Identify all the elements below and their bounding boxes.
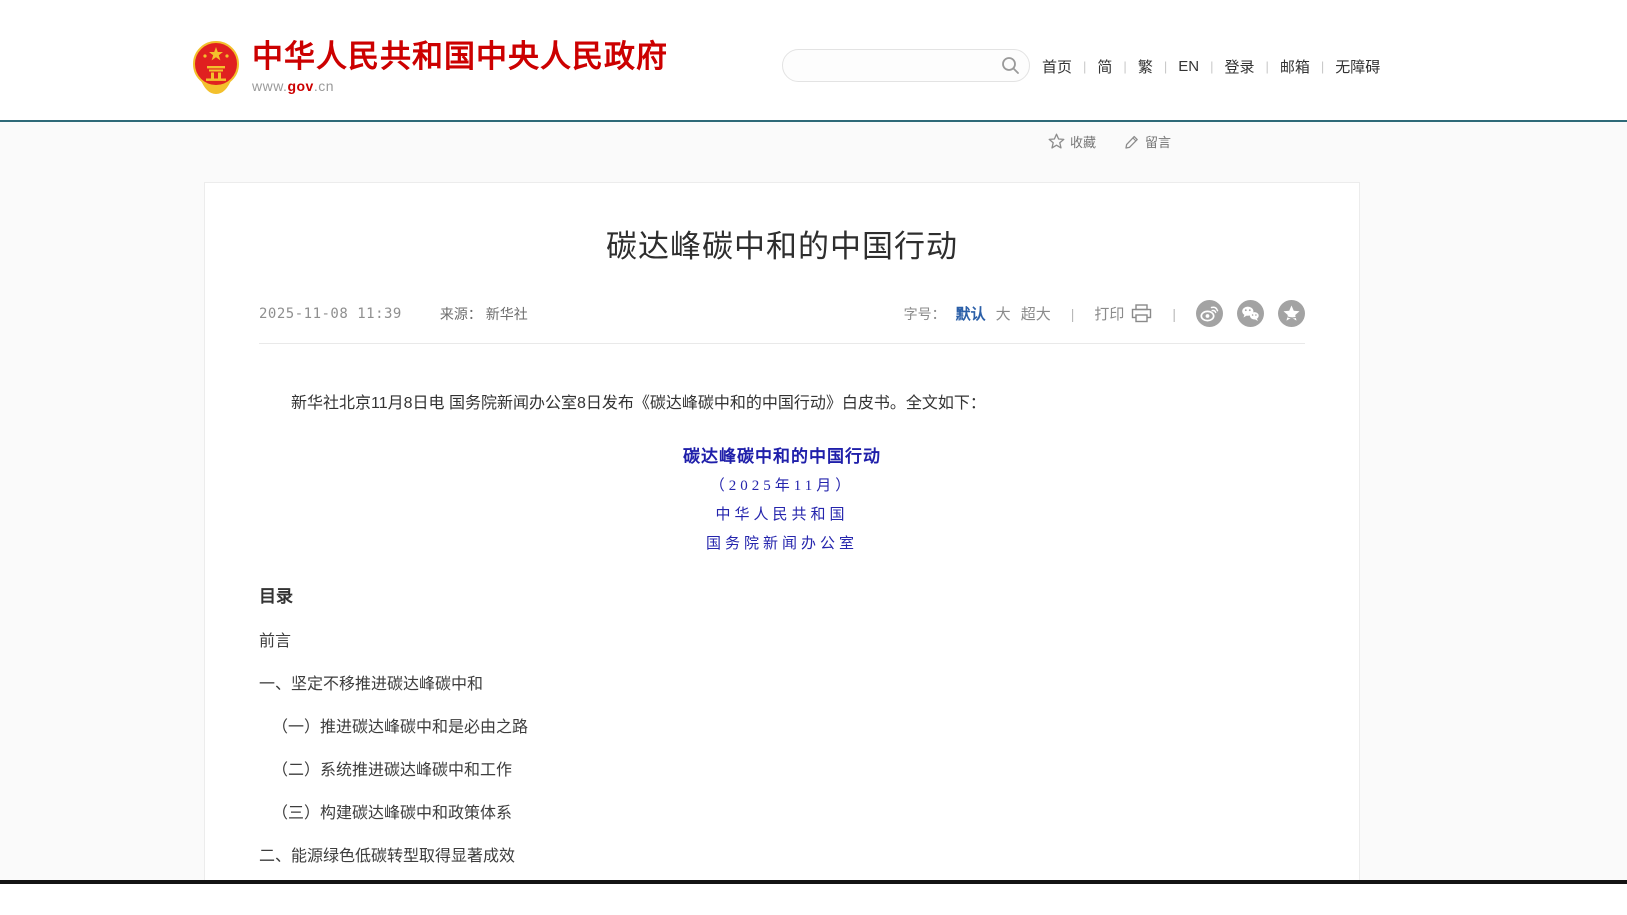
- search-input[interactable]: [783, 58, 995, 74]
- print-label: 打印: [1094, 303, 1124, 324]
- national-emblem-icon: [192, 40, 240, 94]
- article-meta: 2025-11-08 11:39 来源： 新华社 字号： 默认 大 超大 | 打…: [259, 300, 1305, 344]
- nav-separator: |: [1083, 59, 1086, 74]
- search-icon: [1001, 56, 1020, 75]
- toc-list: 前言一、坚定不移推进碳达峰碳中和 （一）推进碳达峰碳中和是必由之路 （二）系统推进碳…: [259, 633, 1305, 880]
- nav-simplified[interactable]: 简: [1095, 56, 1114, 77]
- wechat-icon[interactable]: [1237, 300, 1264, 327]
- comment-label: 留言: [1145, 132, 1171, 151]
- pencil-icon: [1124, 134, 1140, 150]
- source-label: 来源：: [440, 306, 482, 322]
- nav-english[interactable]: EN: [1176, 58, 1201, 75]
- source-name: 新华社: [486, 306, 528, 322]
- source: 来源： 新华社: [440, 304, 528, 324]
- favorite-label: 收藏: [1070, 132, 1096, 151]
- nav-accessibility[interactable]: 无障碍: [1333, 56, 1382, 77]
- search-box: [782, 49, 1030, 82]
- document-title: 碳达峰碳中和的中国行动: [205, 442, 1359, 467]
- toc-item: （二）系统推进碳达峰碳中和工作: [259, 762, 1305, 779]
- toc-item: （一）推进碳达峰碳中和是必由之路: [259, 719, 1305, 736]
- meta-left: 2025-11-08 11:39 来源： 新华社: [259, 304, 528, 324]
- font-size-default[interactable]: 默认: [956, 303, 986, 324]
- qzone-icon[interactable]: [1278, 300, 1305, 327]
- page-actions: 收藏 留言: [1048, 132, 1171, 151]
- viewport-bottom-edge: [0, 880, 1627, 884]
- site-header: 中华人民共和国中央人民政府 www.gov.cn 首页 | 简 | 繁 | EN…: [0, 0, 1627, 120]
- site-url: www.gov.cn: [252, 78, 668, 94]
- nav-home[interactable]: 首页: [1040, 56, 1074, 77]
- document-date: （2025年11月）: [205, 476, 1359, 496]
- site-url-gov: gov: [287, 78, 313, 94]
- printer-icon: [1131, 304, 1152, 323]
- weibo-icon[interactable]: [1196, 300, 1223, 327]
- toc-heading: 目录: [259, 582, 1305, 607]
- nav-separator: |: [1164, 59, 1167, 74]
- comment-button[interactable]: 留言: [1124, 132, 1171, 151]
- nav-separator: |: [1265, 59, 1268, 74]
- nav-mail[interactable]: 邮箱: [1278, 56, 1312, 77]
- document-org-line2: 国务院新闻办公室: [205, 534, 1359, 554]
- site-brand[interactable]: 中华人民共和国中央人民政府 www.gov.cn: [192, 40, 668, 94]
- article-title: 碳达峰碳中和的中国行动: [205, 221, 1359, 266]
- document-org-line1: 中华人民共和国: [205, 505, 1359, 525]
- meta-separator: |: [1172, 306, 1176, 322]
- nav-separator: |: [1321, 59, 1324, 74]
- lead-paragraph: 新华社北京11月8日电 国务院新闻办公室8日发布《碳达峰碳中和的中国行动》白皮书…: [259, 392, 1305, 416]
- article-panel: 碳达峰碳中和的中国行动 2025-11-08 11:39 来源： 新华社 字号：…: [204, 182, 1360, 880]
- nav-login[interactable]: 登录: [1222, 56, 1256, 77]
- site-url-cn: .cn: [314, 78, 334, 94]
- nav-separator: |: [1123, 59, 1126, 74]
- toc-item: 二、能源绿色低碳转型取得显著成效: [259, 848, 1305, 865]
- meta-separator: |: [1071, 306, 1075, 322]
- favorite-button[interactable]: 收藏: [1048, 132, 1096, 151]
- print-button[interactable]: 打印: [1094, 303, 1152, 324]
- font-size-xlarge[interactable]: 超大: [1021, 303, 1051, 324]
- font-size-label: 字号：: [904, 304, 946, 324]
- site-title: 中华人民共和国中央人民政府: [252, 40, 668, 74]
- star-icon: [1048, 133, 1065, 150]
- font-size-large[interactable]: 大: [996, 303, 1011, 324]
- top-nav: 首页 | 简 | 繁 | EN | 登录 | 邮箱 | 无障碍: [1040, 56, 1382, 77]
- publish-date: 2025-11-08 11:39: [259, 306, 402, 322]
- nav-separator: |: [1210, 59, 1213, 74]
- share-buttons: [1196, 300, 1305, 327]
- search-button[interactable]: [995, 51, 1025, 81]
- nav-traditional[interactable]: 繁: [1136, 56, 1155, 77]
- meta-right: 字号： 默认 大 超大 | 打印 |: [904, 300, 1305, 327]
- site-url-www: www.: [252, 78, 287, 94]
- toc-item: 前言: [259, 633, 1305, 650]
- toc-item: （三）构建碳达峰碳中和政策体系: [259, 805, 1305, 822]
- toc-item: 一、坚定不移推进碳达峰碳中和: [259, 676, 1305, 693]
